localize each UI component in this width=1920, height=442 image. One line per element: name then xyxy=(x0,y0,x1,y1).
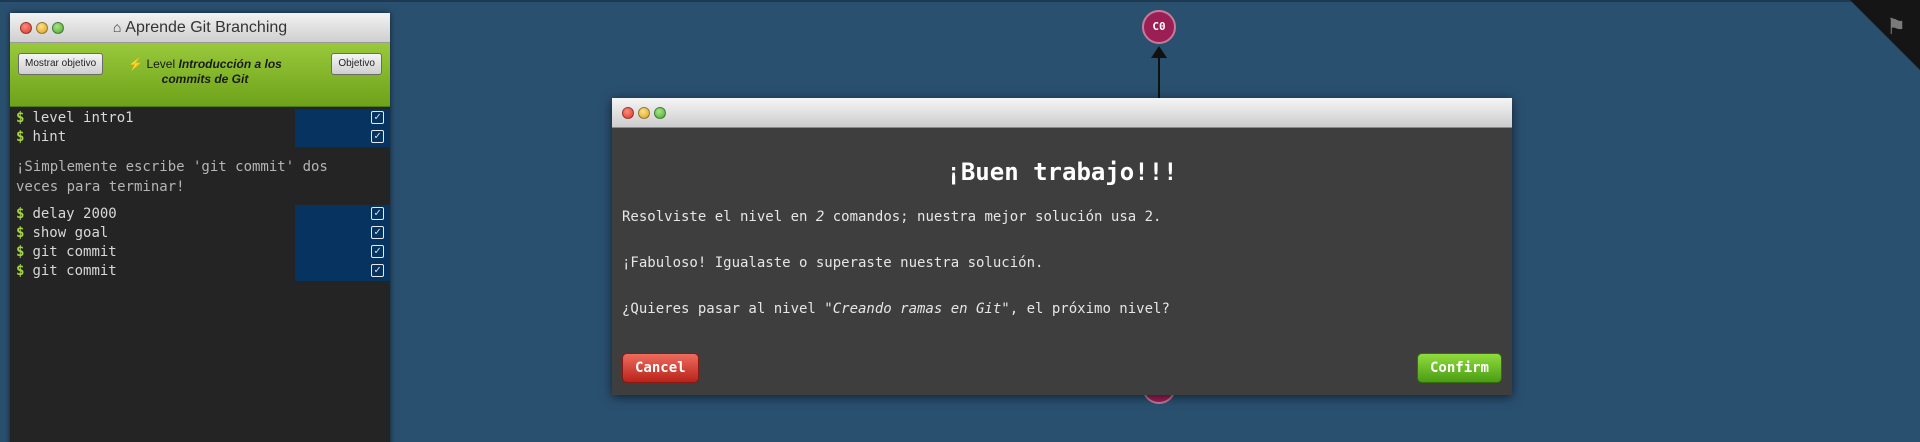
command-row: $ delay 2000 ✓ xyxy=(16,205,390,224)
level-name: Introducción a los commits de Git xyxy=(161,57,282,86)
command-row: $ hint ✓ xyxy=(16,128,390,147)
top-border xyxy=(0,0,1920,2)
cancel-button[interactable]: Cancel xyxy=(622,353,699,383)
terminal-panel: ⌂ Aprende Git Branching Mostrar objetivo … xyxy=(10,13,390,442)
next-level-name: Creando ramas en Git xyxy=(832,301,1002,317)
window-controls xyxy=(622,107,666,119)
octocat-icon[interactable]: ⚑ xyxy=(1886,14,1906,40)
command-row: $ git commit ✓ xyxy=(16,262,390,281)
command-row: $ git commit ✓ xyxy=(16,243,390,262)
hint-message: ¡Simplemente escribe 'git commit' dos ve… xyxy=(16,159,328,195)
dialog-body: Resolviste el nivel en 2 comandos; nuest… xyxy=(612,208,1512,318)
command-text: level intro1 xyxy=(32,110,134,126)
dialog-heading: ¡Buen trabajo!!! xyxy=(946,158,1178,186)
prompt-symbol: $ xyxy=(16,225,25,241)
home-icon: ⌂ xyxy=(112,19,122,35)
praise-message: ¡Fabuloso! Igualaste o superaste nuestra… xyxy=(622,255,1044,271)
checkbox-checked-icon: ✓ xyxy=(371,207,384,220)
checkbox-checked-icon: ✓ xyxy=(371,264,384,277)
commit-node-c0[interactable]: C0 xyxy=(1142,10,1176,44)
checkbox-checked-icon: ✓ xyxy=(371,226,384,239)
graph-arrowhead xyxy=(1151,46,1167,58)
lightning-icon: ⚡ xyxy=(128,57,144,71)
level-title: ⚡ Level Introducción a los commits de Gi… xyxy=(128,57,282,86)
show-goal-button[interactable]: Mostrar objetivo xyxy=(18,53,104,75)
command-text: show goal xyxy=(32,225,109,241)
terminal-output: $ level intro1 ✓ $ hint ✓ ¡Simplemente esc… xyxy=(10,107,390,281)
corner-ribbon[interactable] xyxy=(1850,0,1920,70)
maximize-window-icon[interactable] xyxy=(654,107,666,119)
command-text: delay 2000 xyxy=(32,206,117,222)
prompt-symbol: $ xyxy=(16,129,25,145)
minimize-window-icon[interactable] xyxy=(638,107,650,119)
confirm-button[interactable]: Confirm xyxy=(1416,353,1502,383)
panel-title: ⌂ Aprende Git Branching xyxy=(112,19,288,36)
checkbox-checked-icon: ✓ xyxy=(371,130,384,143)
command-text: hint xyxy=(32,129,67,145)
prompt-symbol: $ xyxy=(16,206,25,222)
level-bar: Mostrar objetivo ⚡ Level Introducción a … xyxy=(10,43,390,107)
level-complete-dialog: ¡Buen trabajo!!! Resolviste el nivel en … xyxy=(612,98,1512,395)
prompt-symbol: $ xyxy=(16,244,25,260)
prompt-symbol: $ xyxy=(16,110,25,126)
command-row: $ level intro1 ✓ xyxy=(16,109,390,128)
checkbox-checked-icon: ✓ xyxy=(371,245,384,258)
objective-button[interactable]: Objetivo xyxy=(331,53,382,75)
command-text: git commit xyxy=(32,263,117,279)
command-text: git commit xyxy=(32,244,117,260)
prompt-symbol: $ xyxy=(16,263,25,279)
command-row: $ show goal ✓ xyxy=(16,224,390,243)
close-window-icon[interactable] xyxy=(622,107,634,119)
next-level-question: ¿Quieres pasar al nivel "Creando ramas e… xyxy=(622,301,1170,317)
panel-titlebar[interactable]: ⌂ Aprende Git Branching xyxy=(10,13,390,43)
checkbox-checked-icon: ✓ xyxy=(371,111,384,124)
result-message: Resolviste el nivel en 2 comandos; nuest… xyxy=(622,209,1162,225)
dialog-titlebar[interactable] xyxy=(612,98,1512,128)
